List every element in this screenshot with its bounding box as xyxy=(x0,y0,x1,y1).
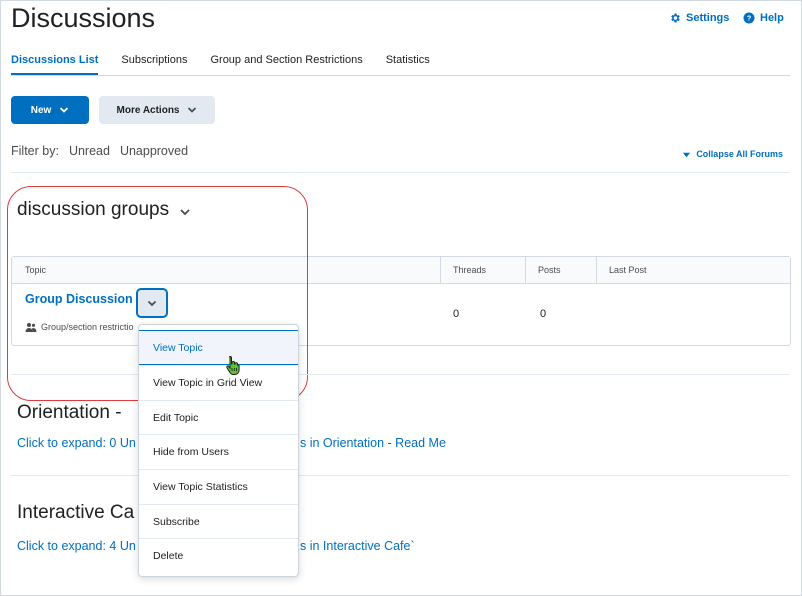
settings-label: Settings xyxy=(686,12,730,24)
filter-label: Filter by: xyxy=(11,144,59,158)
hand-pointer-cursor-icon xyxy=(226,355,240,375)
filter-bar: Filter by: Unread Unapproved xyxy=(11,144,188,158)
chevron-down-icon xyxy=(180,209,190,216)
tab-subscriptions[interactable]: Subscriptions xyxy=(121,54,187,75)
group-restriction-note: Group/section restrictio xyxy=(25,322,134,332)
expand-link-orientation[interactable]: Click to expand: 0 Un xyxy=(17,436,136,450)
column-divider xyxy=(525,257,526,284)
column-header-topic: Topic xyxy=(25,265,47,275)
users-icon xyxy=(25,323,37,332)
divider xyxy=(11,374,790,375)
more-actions-button[interactable]: More Actions xyxy=(99,96,215,124)
forum-title-orientation[interactable]: Orientation - xyxy=(17,402,122,424)
chevron-down-icon xyxy=(188,107,197,113)
help-link[interactable]: ? Help xyxy=(743,12,784,24)
chevron-down-icon xyxy=(60,107,69,113)
tab-discussions-list[interactable]: Discussions List xyxy=(11,54,99,75)
menu-item-delete[interactable]: Delete xyxy=(139,538,298,573)
menu-item-view-topic-grid[interactable]: View Topic in Grid View xyxy=(139,365,298,400)
expand-link-orientation-tail[interactable]: s in Orientation - Read Me xyxy=(300,436,446,450)
topics-table: Topic Threads Posts Last Post Group Disc… xyxy=(11,256,791,346)
chevron-down-icon xyxy=(147,300,157,307)
divider xyxy=(11,172,790,173)
menu-item-subscribe[interactable]: Subscribe xyxy=(139,504,298,539)
filter-unread[interactable]: Unread xyxy=(69,144,110,158)
column-header-posts: Posts xyxy=(538,265,561,275)
column-header-threads: Threads xyxy=(453,265,487,275)
menu-item-edit-topic[interactable]: Edit Topic xyxy=(139,400,298,435)
filter-unapproved[interactable]: Unapproved xyxy=(120,144,188,158)
table-header: Topic Threads Posts Last Post xyxy=(12,257,790,284)
threads-count: 0 xyxy=(453,308,460,320)
posts-count: 0 xyxy=(540,308,547,320)
gear-icon xyxy=(671,13,680,23)
collapse-all-forums-link[interactable]: Collapse All Forums xyxy=(682,149,783,159)
page-title: Discussions xyxy=(11,3,156,33)
help-icon: ? xyxy=(743,12,755,24)
forum-title-discussion-groups[interactable]: discussion groups xyxy=(17,199,191,221)
menu-item-hide-from-users[interactable]: Hide from Users xyxy=(139,434,298,469)
caret-down-icon xyxy=(683,152,691,157)
tab-bar: Discussions List Subscriptions Group and… xyxy=(11,54,453,75)
column-divider xyxy=(440,257,441,284)
svg-text:?: ? xyxy=(747,14,752,23)
menu-item-view-topic[interactable]: View Topic xyxy=(139,330,298,365)
more-actions-label: More Actions xyxy=(116,104,180,116)
settings-link[interactable]: Settings xyxy=(669,12,729,24)
new-button-label: New xyxy=(30,104,52,116)
topic-link-group-discussion[interactable]: Group Discussion xyxy=(25,292,133,306)
column-header-last-post: Last Post xyxy=(609,265,647,275)
tab-group-section-restrictions[interactable]: Group and Section Restrictions xyxy=(210,54,362,75)
tab-divider xyxy=(11,75,790,76)
expand-link-interactive-cafe-tail[interactable]: s in Interactive Cafe` xyxy=(300,539,415,553)
column-divider xyxy=(596,257,597,284)
divider xyxy=(11,475,790,476)
topic-context-menu-button[interactable] xyxy=(136,288,168,318)
menu-item-view-topic-statistics[interactable]: View Topic Statistics xyxy=(139,469,298,504)
restriction-text: Group/section restrictio xyxy=(41,322,134,332)
topic-context-menu: View Topic View Topic in Grid View Edit … xyxy=(138,324,299,577)
forum-title-text: discussion groups xyxy=(17,199,170,220)
collapse-all-label: Collapse All Forums xyxy=(696,149,783,159)
expand-link-interactive-cafe[interactable]: Click to expand: 4 Un xyxy=(17,539,136,553)
tab-statistics[interactable]: Statistics xyxy=(386,54,430,75)
help-label: Help xyxy=(760,12,784,24)
forum-title-interactive-cafe[interactable]: Interactive Ca xyxy=(17,502,134,524)
new-button[interactable]: New xyxy=(11,96,89,124)
